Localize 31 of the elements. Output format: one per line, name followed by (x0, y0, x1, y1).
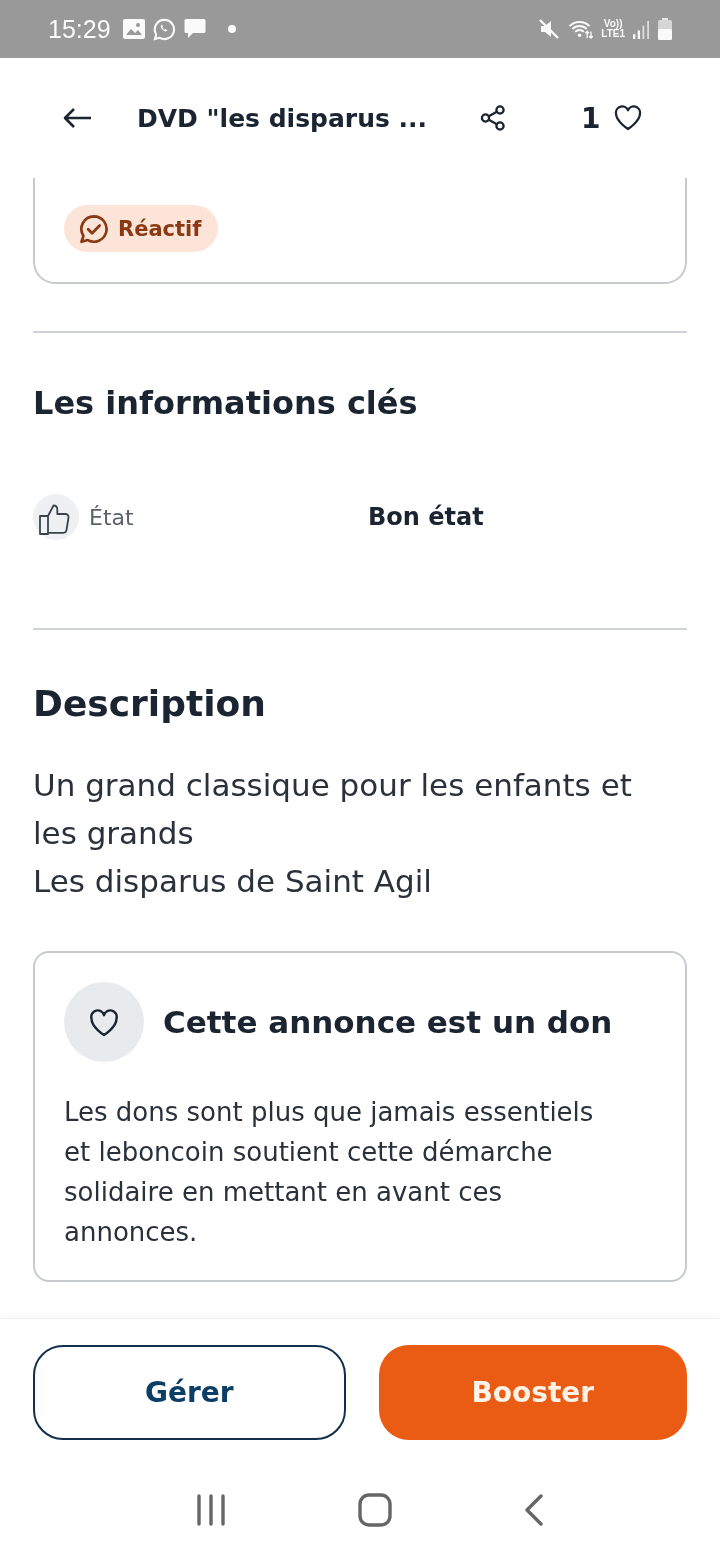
network-label: Vo)) (603, 19, 623, 29)
battery-icon (658, 18, 672, 40)
back-icon[interactable] (524, 1494, 544, 1526)
dot-icon (227, 25, 236, 33)
donation-text: Les dons sont plus que jamais essentiels et leboncoin soutient cette démarche solidaire en mettant en avant ces annonces. (64, 1096, 595, 1249)
recent-apps-icon[interactable] (196, 1494, 226, 1526)
wifi-icon (568, 18, 594, 40)
favorites-count: 1 (581, 101, 601, 135)
signal-icon (633, 19, 650, 39)
badge-label: Réactif (118, 216, 202, 241)
section-title: Description (33, 682, 267, 726)
action-button[interactable]: Gérer (33, 1345, 346, 1440)
mute-icon (538, 18, 561, 40)
donation-title: Cette annonce est un don (163, 1004, 613, 1040)
description-text: Les disparus de Saint Agil (33, 862, 433, 901)
attribute-label: État (89, 504, 135, 530)
image-icon (122, 19, 145, 39)
listing-title: DVD "les disparus ... (137, 103, 428, 133)
home-icon[interactable] (358, 1493, 392, 1527)
thumbs-up-icon (33, 494, 79, 540)
clock: 15:29 (48, 14, 111, 44)
heart-icon[interactable] (614, 105, 643, 131)
section-title: Les informations clés (33, 383, 419, 424)
network-label: LTE1 (601, 29, 625, 39)
back-arrow-icon[interactable] (62, 107, 92, 129)
share-icon[interactable] (479, 104, 507, 132)
attribute-value: Bon état (368, 503, 484, 531)
phone-bubble-icon (152, 17, 176, 41)
chat-check-icon (78, 212, 110, 245)
message-icon (183, 18, 206, 40)
description-text: Un grand classique pour les enfants et les grands (33, 766, 633, 853)
